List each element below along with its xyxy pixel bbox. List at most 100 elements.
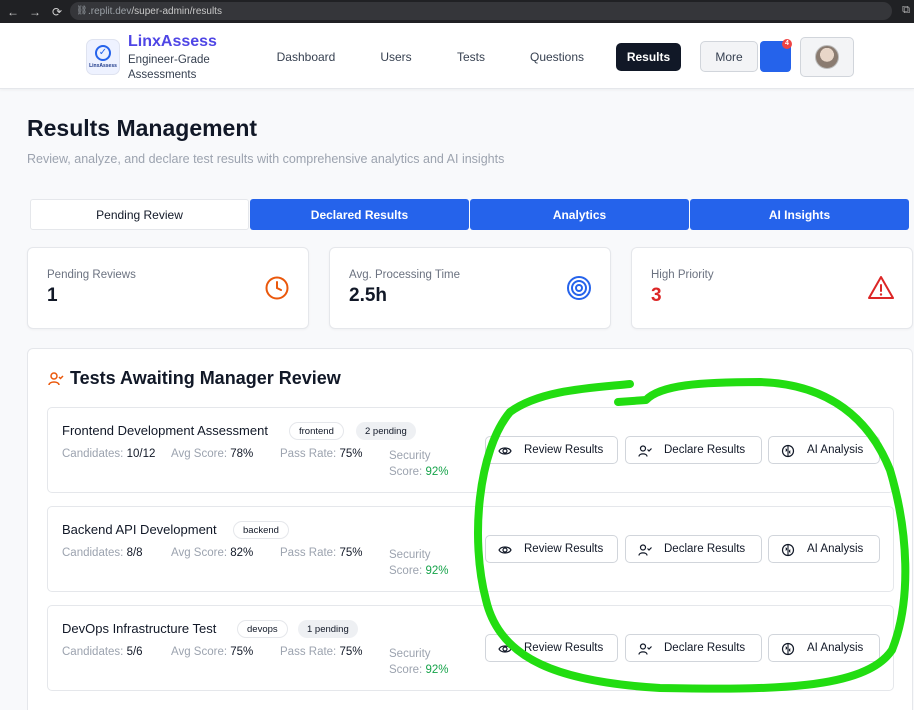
candidates-label: Candidates: (62, 646, 124, 658)
ai-analysis-button[interactable]: AI Analysis (768, 634, 880, 662)
brand-tagline: Engineer-Grade Assessments (128, 54, 210, 81)
test-title: Frontend Development Assessment (62, 423, 268, 438)
avg-score-stat: Avg Score: 75% (171, 646, 253, 658)
pass-rate-label: Pass Rate: (280, 448, 337, 460)
candidates-value: 5/6 (126, 646, 143, 658)
declare-results-button[interactable]: Declare Results (625, 634, 762, 662)
test-row-devops: DevOps Infrastructure Test devops 1 pend… (47, 605, 894, 691)
declare-results-button[interactable]: Declare Results (625, 535, 762, 563)
tab-ai-insights[interactable]: AI Insights (690, 199, 909, 230)
security-label: Security (389, 648, 431, 660)
test-title: DevOps Infrastructure Test (62, 621, 217, 636)
security-score-stat: Security Score: 92% (389, 448, 448, 480)
security-label: Security (389, 549, 431, 561)
candidates-value: 8/8 (126, 547, 143, 559)
nav-tests[interactable]: Tests (446, 43, 496, 71)
browser-toolbar: ← → ⟳ ⛓ .replit.dev/super-admin/results … (0, 0, 914, 23)
stat-value: 3 (651, 285, 662, 306)
brain-icon (781, 444, 795, 458)
review-results-button[interactable]: Review Results (485, 535, 618, 563)
stat-card-pending-reviews: Pending Reviews 1 (27, 247, 309, 329)
target-icon (567, 276, 591, 300)
section-title: Tests Awaiting Manager Review (70, 368, 341, 388)
tab-pending-review[interactable]: Pending Review (30, 199, 249, 230)
pass-rate-value: 75% (339, 547, 363, 559)
warning-icon (868, 276, 894, 299)
candidates-stat: Candidates: 10/12 (62, 448, 155, 460)
back-icon[interactable]: ← (4, 5, 22, 19)
nav-questions[interactable]: Questions (521, 43, 593, 71)
declare-results-button[interactable]: Declare Results (625, 436, 762, 464)
check-icon: ✓ (95, 45, 111, 61)
user-check-icon (48, 372, 64, 386)
avg-score-value: 78% (230, 448, 254, 460)
site-info-icon[interactable]: ⛓ (76, 5, 87, 16)
pending-chip: 2 pending (356, 422, 416, 440)
brand-name: LinxAssess (128, 33, 217, 50)
stat-label: Pending Reviews (47, 269, 136, 281)
test-title: Backend API Development (62, 522, 217, 537)
brand: LinxAssess Engineer-Grade Assessments (128, 33, 228, 83)
cast-icon[interactable]: ⧉ (902, 4, 910, 17)
avg-score-value: 75% (230, 646, 254, 658)
review-results-button[interactable]: Review Results (485, 634, 618, 662)
ai-analysis-button[interactable]: AI Analysis (768, 436, 880, 464)
page-subtitle: Review, analyze, and declare test result… (27, 152, 505, 166)
stat-card-avg-processing: Avg. Processing Time 2.5h (329, 247, 611, 329)
user-check-icon (638, 643, 652, 655)
category-chip: frontend (289, 422, 344, 440)
reload-icon[interactable]: ⟳ (48, 5, 66, 19)
security-score-stat: Security Score: 92% (389, 547, 448, 579)
forward-icon[interactable]: → (26, 5, 44, 19)
avg-score-label: Avg Score: (171, 448, 228, 460)
nav-results[interactable]: Results (616, 43, 681, 71)
stat-label: High Priority (651, 269, 714, 281)
pending-chip: 1 pending (298, 620, 358, 638)
ai-analysis-button[interactable]: AI Analysis (768, 535, 880, 563)
button-label: AI Analysis (807, 642, 864, 654)
logo[interactable]: ✓ LinxAssess (86, 39, 120, 75)
category-chip: devops (237, 620, 288, 638)
profile-button[interactable] (800, 37, 854, 77)
nav-users[interactable]: Users (369, 43, 423, 71)
security-label: Security (389, 450, 431, 462)
tab-analytics[interactable]: Analytics (470, 199, 689, 230)
button-label: AI Analysis (807, 543, 864, 555)
button-label: Declare Results (664, 444, 746, 456)
address-bar[interactable]: ⛓ .replit.dev/super-admin/results (70, 2, 892, 20)
url-host: .replit.dev (88, 5, 132, 17)
pass-rate-label: Pass Rate: (280, 646, 337, 658)
candidates-stat: Candidates: 8/8 (62, 547, 143, 559)
avatar (815, 45, 839, 69)
review-section: Tests Awaiting Manager Review Frontend D… (27, 348, 913, 710)
button-label: Review Results (524, 543, 604, 555)
eye-icon (498, 645, 512, 653)
button-label: Review Results (524, 444, 604, 456)
stat-value: 1 (47, 285, 58, 306)
user-check-icon (638, 544, 652, 556)
candidates-stat: Candidates: 5/6 (62, 646, 143, 658)
avg-score-stat: Avg Score: 82% (171, 547, 253, 559)
candidates-label: Candidates: (62, 547, 124, 559)
tab-declared-results[interactable]: Declared Results (250, 199, 469, 230)
notifications-button[interactable]: 4 (760, 39, 792, 72)
security-score-value: 92% (425, 466, 449, 478)
button-label: AI Analysis (807, 444, 864, 456)
button-label: Declare Results (664, 543, 746, 555)
pass-rate-stat: Pass Rate: 75% (280, 646, 362, 658)
pass-rate-label: Pass Rate: (280, 547, 337, 559)
avg-score-label: Avg Score: (171, 646, 228, 658)
pass-rate-value: 75% (339, 448, 363, 460)
candidates-value: 10/12 (126, 448, 156, 460)
button-label: Review Results (524, 642, 604, 654)
pass-rate-value: 75% (339, 646, 363, 658)
security-score-value: 92% (425, 664, 449, 676)
avg-score-stat: Avg Score: 78% (171, 448, 253, 460)
nav-dashboard[interactable]: Dashboard (268, 43, 344, 71)
logo-text: LinxAssess (89, 63, 117, 69)
url-path: /super-admin/results (131, 5, 222, 17)
score-label: Score: (389, 565, 423, 577)
security-score-value: 92% (425, 565, 449, 577)
more-button[interactable]: More (700, 41, 758, 72)
review-results-button[interactable]: Review Results (485, 436, 618, 464)
